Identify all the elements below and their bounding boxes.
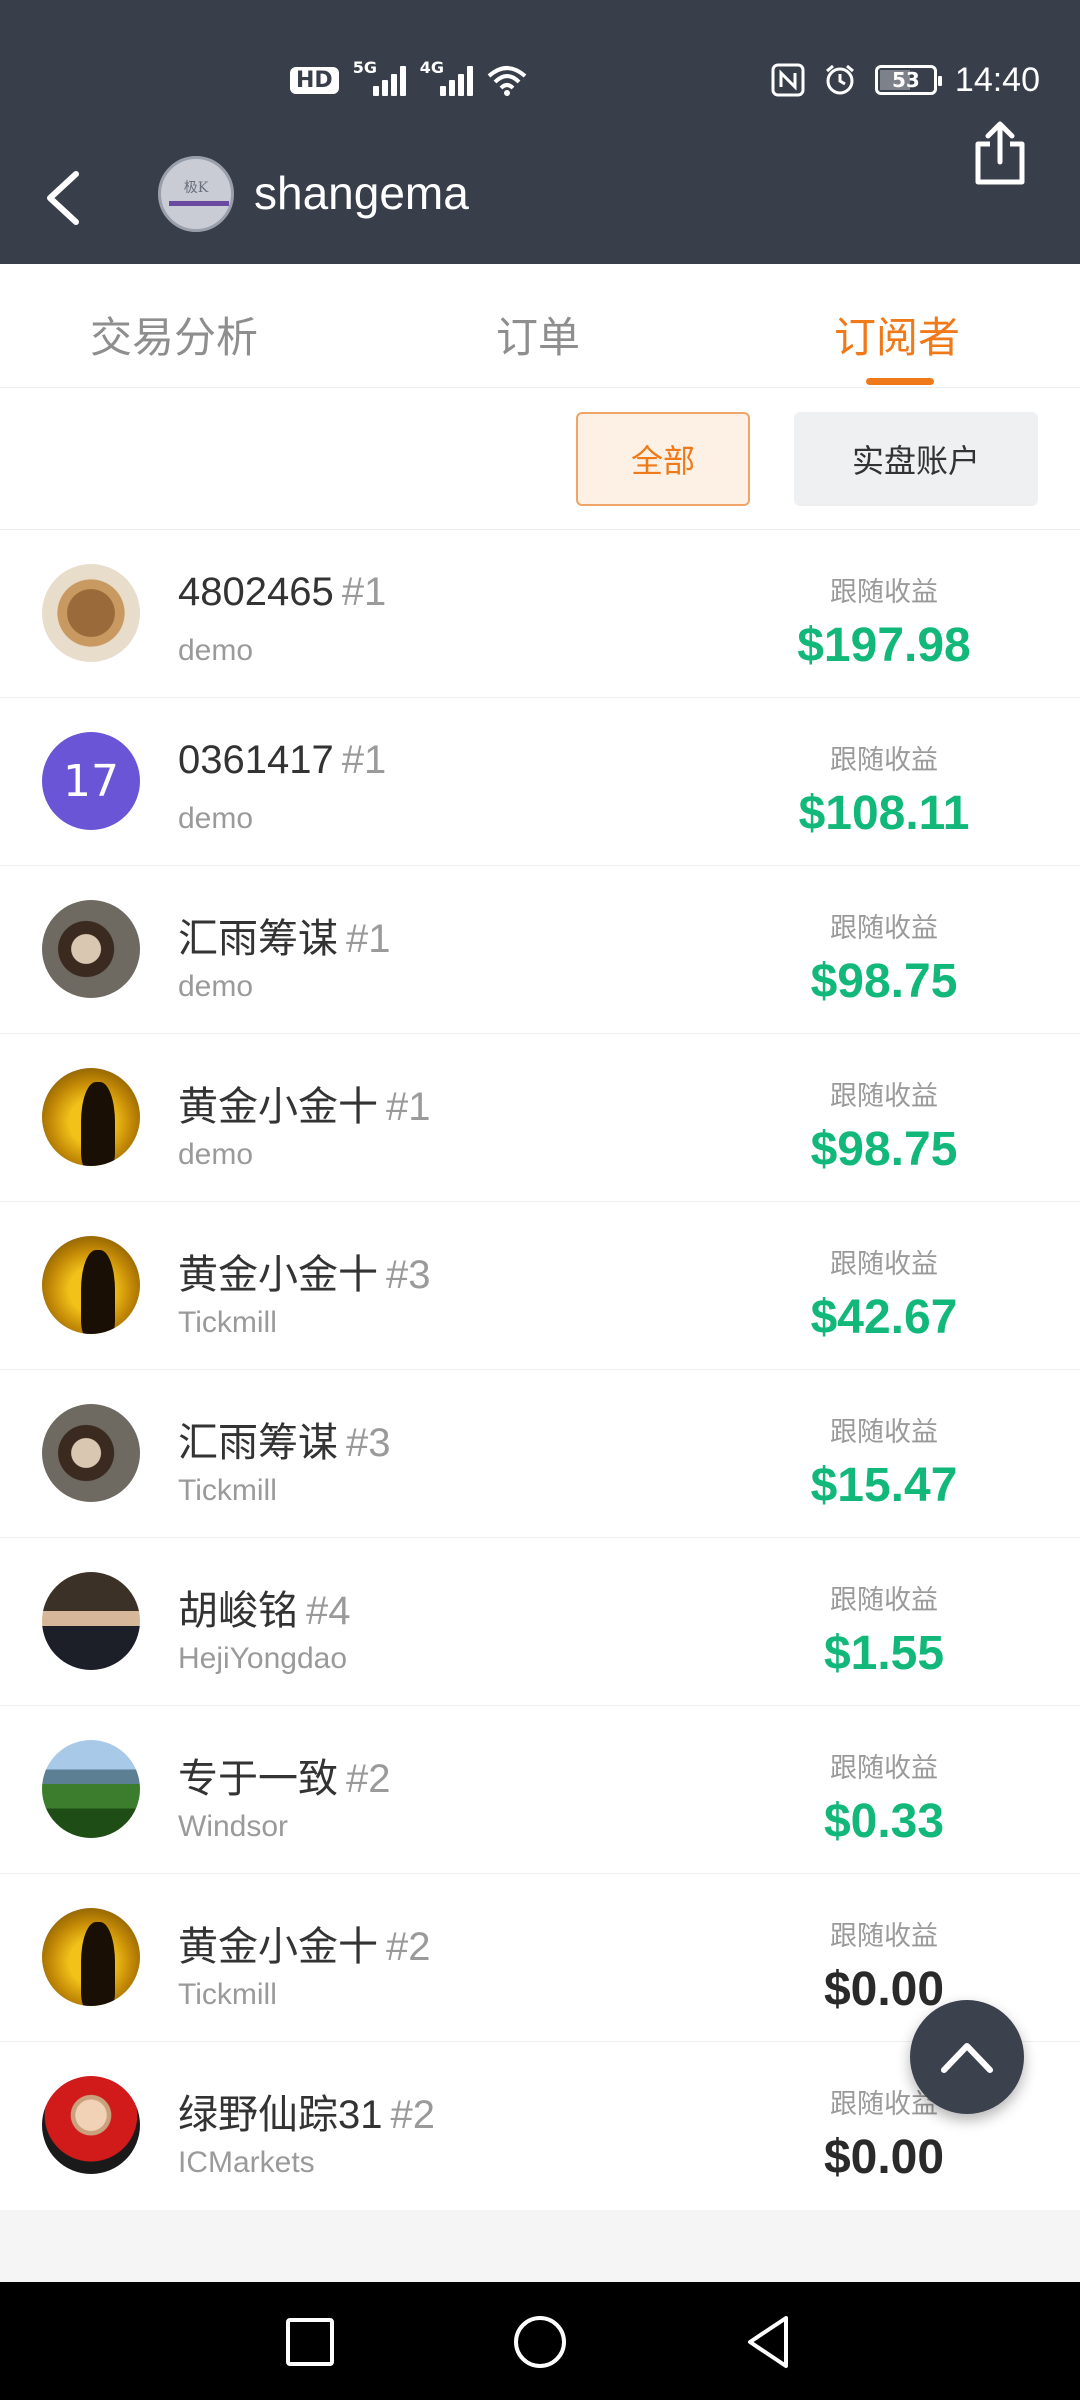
portrait-avatar-icon [42, 900, 140, 998]
app-header: HD 5G 4G 53 14:40 极K shangema [0, 0, 1080, 264]
avatar: 17 [42, 732, 140, 830]
follow-profit-label: 跟随收益 [830, 1417, 938, 1448]
subscriber-rank: #2 [346, 1757, 391, 1801]
home-icon[interactable] [510, 2312, 570, 2372]
subscriber-name: 黄金小金十 #2 [178, 1925, 431, 1969]
subscriber-rank: #2 [390, 2093, 436, 2137]
tab-underline [866, 378, 934, 385]
mountain-avatar-icon [42, 1740, 140, 1838]
follow-profit-label: 跟随收益 [830, 745, 938, 776]
follow-profit-label: 跟随收益 [830, 1921, 938, 1952]
status-icons-left: HD 5G 4G [290, 56, 527, 104]
player-portrait-avatar-icon [42, 2076, 140, 2174]
follow-profit-value: $42.67 [810, 1291, 958, 1344]
follow-profit-value: $15.47 [810, 1459, 958, 1512]
system-nav-bar [0, 2282, 1080, 2400]
follow-profit-value: $0.00 [823, 2131, 945, 2184]
scroll-to-top-button[interactable] [910, 2000, 1024, 2114]
subscriber-list: 4802465 #1 demo 跟随收益 $197.98 17 0361417 #1… [0, 530, 1080, 2210]
subscriber-name: 0361417 #1 [178, 738, 387, 782]
hd-icon: HD [290, 66, 339, 94]
follow-profit-label: 跟随收益 [830, 1081, 938, 1112]
list-item[interactable]: 汇雨筹谋 #1 demo 跟随收益 $98.75 [0, 866, 1080, 1034]
subscriber-name: 黄金小金十 #1 [178, 1085, 431, 1129]
subscriber-broker: demo [178, 1138, 254, 1171]
subscriber-rank: #3 [386, 1253, 431, 1297]
back-icon[interactable] [38, 168, 90, 228]
signal-5g-icon: 5G [353, 58, 406, 96]
wifi-icon [487, 66, 527, 96]
subscriber-broker: ICMarkets [178, 2146, 315, 2179]
subscriber-broker: demo [178, 634, 254, 667]
follow-profit-label: 跟随收益 [830, 1753, 938, 1784]
subscriber-rank: #2 [386, 1925, 431, 1969]
subscriber-name: 黄金小金十 #3 [178, 1253, 431, 1297]
battery-icon: 53 [874, 65, 942, 95]
subscriber-broker: demo [178, 970, 254, 1003]
subscriber-name: 汇雨筹谋 #1 [178, 917, 391, 961]
silhouette-avatar-icon [42, 1068, 140, 1166]
portrait-avatar-icon [42, 1404, 140, 1502]
status-icons-right: 53 14:40 [771, 56, 1040, 104]
subscriber-rank: #3 [346, 1421, 391, 1465]
follow-profit-value: $197.98 [797, 619, 971, 672]
list-item[interactable]: 17 0361417 #1 demo 跟随收益 $108.11 [0, 698, 1080, 866]
subscriber-name: 绿野仙踪31 #2 [178, 2093, 436, 2137]
subscriber-rank: #1 [341, 738, 387, 782]
list-item[interactable]: 黄金小金十 #3 Tickmill 跟随收益 $42.67 [0, 1202, 1080, 1370]
filter-all-button[interactable]: 全部 [576, 412, 750, 506]
list-item[interactable]: 黄金小金十 #2 Tickmill 跟随收益 $0.00 [0, 1874, 1080, 2042]
tab-trade-analysis[interactable]: 交易分析 [90, 304, 258, 365]
nav-row: 极K shangema [0, 121, 1080, 250]
tab-orders[interactable]: 订单 [496, 304, 580, 365]
subscriber-rank: #1 [386, 1085, 431, 1129]
subscriber-broker: Tickmill [178, 1978, 277, 2011]
recents-icon[interactable] [280, 2312, 340, 2372]
clock: 14:40 [954, 60, 1040, 99]
subscriber-name: 胡峻铭 #4 [178, 1589, 351, 1633]
page-title: shangema [254, 167, 469, 219]
subscriber-broker: Tickmill [178, 1306, 277, 1339]
silhouette-avatar-icon [42, 1908, 140, 2006]
signal-4g-icon: 4G [420, 58, 473, 96]
list-item[interactable]: 胡峻铭 #4 HejiYongdao 跟随收益 $1.55 [0, 1538, 1080, 1706]
list-item[interactable]: 汇雨筹谋 #3 Tickmill 跟随收益 $15.47 [0, 1370, 1080, 1538]
follow-profit-value: $1.55 [823, 1627, 945, 1680]
share-icon[interactable] [972, 120, 1028, 186]
tab-bar: 交易分析 订单 订阅者 [0, 264, 1080, 388]
chevron-up-icon [941, 2043, 993, 2073]
follow-profit-label: 跟随收益 [830, 913, 938, 944]
food-avatar-icon [42, 564, 140, 662]
status-bar: HD 5G 4G 53 14:40 [0, 0, 1080, 160]
subscriber-name: 汇雨筹谋 #3 [178, 1421, 391, 1465]
subscriber-rank: #4 [306, 1589, 351, 1633]
subscriber-rank: #1 [346, 917, 391, 961]
subscriber-broker: HejiYongdao [178, 1642, 348, 1675]
back-nav-icon[interactable] [740, 2312, 800, 2372]
list-item[interactable]: 黄金小金十 #1 demo 跟随收益 $98.75 [0, 1034, 1080, 1202]
follow-profit-label: 跟随收益 [830, 577, 938, 608]
avatar[interactable]: 极K [158, 156, 234, 232]
subscriber-broker: Tickmill [178, 1474, 277, 1507]
follow-profit-value: $98.75 [810, 1123, 958, 1176]
filter-bar: 全部 实盘账户 [0, 388, 1080, 530]
man-portrait-avatar-icon [42, 1572, 140, 1670]
follow-profit-value: $98.75 [810, 955, 958, 1008]
subscriber-name: 专于一致 #2 [178, 1757, 391, 1801]
tab-subscribers[interactable]: 订阅者 [834, 304, 960, 365]
silhouette-avatar-icon [42, 1236, 140, 1334]
follow-profit-label: 跟随收益 [830, 1585, 938, 1616]
nfc-icon [771, 63, 805, 97]
subscriber-rank: #1 [341, 570, 387, 614]
follow-profit-value: $108.11 [798, 787, 970, 840]
subscriber-name: 4802465 #1 [178, 570, 387, 614]
list-item[interactable]: 4802465 #1 demo 跟随收益 $197.98 [0, 530, 1080, 698]
subscriber-broker: demo [178, 802, 254, 835]
subscriber-broker: Windsor [178, 1810, 289, 1843]
follow-profit-label: 跟随收益 [830, 1249, 938, 1280]
list-item[interactable]: 专于一致 #2 Windsor 跟随收益 $0.33 [0, 1706, 1080, 1874]
follow-profit-value: $0.33 [823, 1795, 945, 1848]
alarm-icon [825, 64, 854, 95]
filter-live-account-button[interactable]: 实盘账户 [794, 412, 1038, 506]
